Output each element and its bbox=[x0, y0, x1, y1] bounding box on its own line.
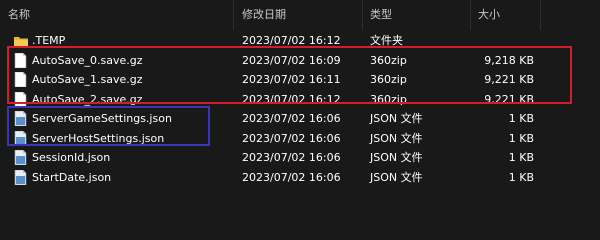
file-type: JSON 文件 bbox=[370, 112, 423, 125]
blue-highlight-box bbox=[7, 106, 210, 146]
file-row[interactable]: StartDate.json 2023/07/02 16:06 JSON 文件 1 K… bbox=[0, 168, 600, 188]
red-highlight-box bbox=[7, 46, 572, 104]
file-name: SessionId.json bbox=[32, 151, 111, 164]
file-size: 1 KB bbox=[508, 131, 534, 145]
column-header-name[interactable]: 名称 bbox=[8, 0, 30, 30]
json-file-icon bbox=[14, 169, 27, 185]
column-header-modified[interactable]: 修改日期 bbox=[242, 0, 286, 30]
json-file-icon bbox=[14, 149, 27, 166]
file-type: JSON 文件 bbox=[370, 170, 423, 184]
column-header-size[interactable]: 大小 bbox=[478, 0, 500, 30]
file-name: StartDate.json bbox=[32, 170, 112, 184]
column-divider[interactable] bbox=[362, 0, 363, 30]
file-size: 1 KB bbox=[508, 112, 534, 125]
file-size: 1 KB bbox=[508, 170, 534, 184]
column-header-bar: 名称 ⌃ 修改日期 类型 大小 bbox=[0, 0, 600, 30]
column-divider[interactable] bbox=[233, 0, 234, 30]
file-modified-date: 2023/07/02 16:06 bbox=[242, 131, 341, 145]
column-divider[interactable] bbox=[470, 0, 471, 30]
file-type: JSON 文件 bbox=[370, 131, 423, 145]
column-header-type[interactable]: 类型 bbox=[370, 0, 392, 30]
sort-up-icon: ⌃ bbox=[120, 0, 134, 6]
file-modified-date: 2023/07/02 16:06 bbox=[242, 151, 341, 164]
column-divider[interactable] bbox=[540, 0, 541, 30]
file-modified-date: 2023/07/02 16:06 bbox=[242, 112, 341, 125]
file-type: JSON 文件 bbox=[370, 151, 423, 164]
file-size: 1 KB bbox=[508, 151, 534, 164]
file-row[interactable]: SessionId.json 2023/07/02 16:06 JSON 文件 1 K… bbox=[0, 148, 600, 168]
file-modified-date: 2023/07/02 16:06 bbox=[242, 170, 341, 184]
